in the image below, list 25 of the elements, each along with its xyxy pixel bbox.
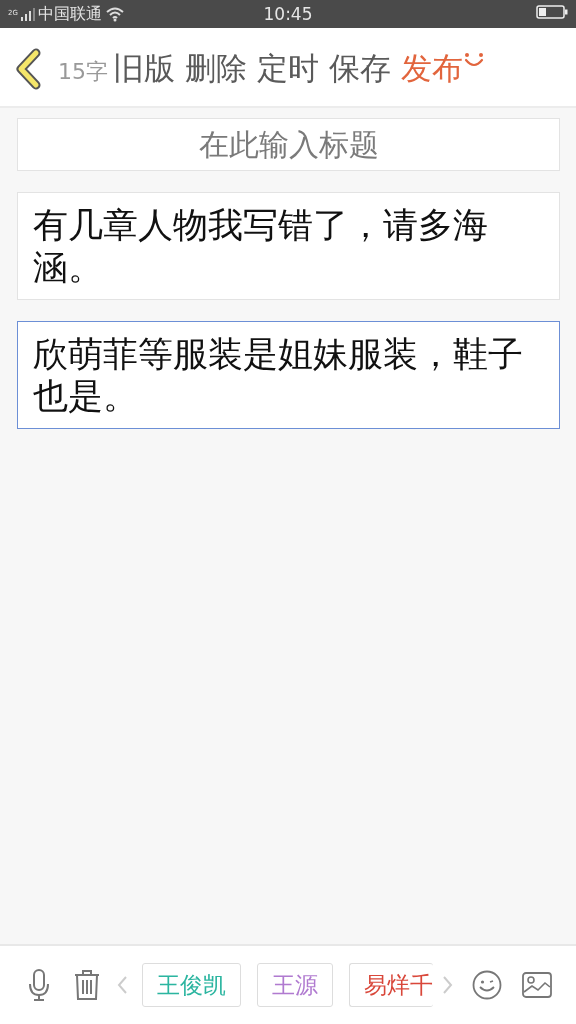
word-count: 15字 [58, 58, 108, 86]
carrier-name: 中国联通 [37, 3, 102, 25]
toolbar-button[interactable]: 保存 [324, 50, 396, 88]
clock-time: 10:45 [263, 4, 313, 24]
tag-chip[interactable]: 易烊千 [349, 963, 433, 1007]
image-icon [522, 972, 552, 998]
microphone-icon [26, 968, 52, 1002]
smiley-icon [472, 970, 502, 1000]
title-field[interactable]: 在此输入标题 [17, 118, 560, 171]
chevron-left-icon [116, 975, 128, 995]
trash-icon [74, 969, 100, 1001]
microphone-button[interactable] [26, 968, 52, 1002]
battery-icon [536, 4, 568, 20]
toolbar-button[interactable]: 旧版 [108, 50, 180, 88]
emoji-button[interactable] [472, 970, 502, 1000]
signal-icon [20, 7, 35, 21]
toolbar-button[interactable]: 删除 [180, 50, 252, 88]
wifi-icon [104, 6, 125, 22]
image-button[interactable] [522, 972, 552, 998]
toolbar-button[interactable]: 定时 [252, 50, 324, 88]
smiley-icon [463, 52, 485, 68]
chevron-right-icon [442, 975, 454, 995]
paragraph-block[interactable]: 有几章人物我写错了，请多海涵。 [17, 192, 560, 300]
paragraph-block[interactable]: 欣萌菲等服装是姐妹服装，鞋子也是。 [17, 321, 560, 429]
delete-button[interactable] [74, 969, 100, 1001]
